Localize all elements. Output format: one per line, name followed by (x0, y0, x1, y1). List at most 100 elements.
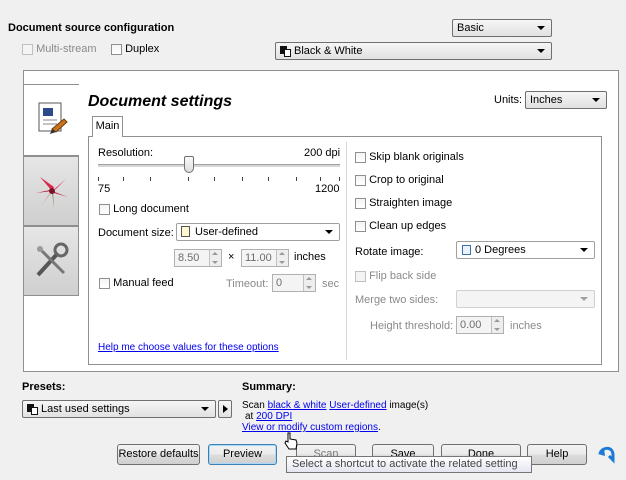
source-config-title: Document source configuration (8, 22, 175, 34)
flip-back-checkbox[interactable] (355, 270, 366, 282)
timeout-spinner[interactable] (303, 275, 315, 291)
play-icon (223, 405, 228, 413)
tools-icon (36, 242, 69, 277)
resolution-slider-track[interactable] (98, 164, 340, 167)
manual-feed-checkbox[interactable] (99, 277, 110, 289)
document-size-value: User-defined (195, 226, 258, 238)
clean-edges-option[interactable]: Clean up edges (355, 220, 446, 232)
height-input[interactable]: 11.00 (241, 249, 289, 267)
document-icon (38, 102, 68, 134)
chevron-down-icon (580, 248, 588, 252)
timeout-unit: sec (322, 278, 340, 290)
tab-image-settings[interactable] (23, 156, 79, 226)
height-threshold-input[interactable]: 0.00 (456, 316, 504, 334)
height-spinner[interactable] (276, 250, 288, 266)
chevron-down-icon (325, 230, 333, 234)
shortcut-tooltip: Select a shortcut to activate the relate… (286, 456, 532, 473)
size-unit-label: inches (294, 251, 326, 263)
help-button[interactable]: Help (527, 444, 587, 465)
help-choose-link[interactable]: Help me choose values for these options (98, 342, 279, 353)
rotate-icon (462, 245, 471, 255)
presets-menu-button[interactable] (218, 400, 232, 418)
long-document-option[interactable]: Long document (99, 203, 189, 215)
color-mode-select[interactable]: Black & White (275, 42, 552, 60)
summary-dpi-link[interactable]: 200 DPI (256, 411, 292, 422)
rotate-label: Rotate image: (355, 246, 424, 258)
flower-icon (36, 177, 68, 209)
height-threshold-unit: inches (510, 320, 542, 332)
chevron-down-icon (537, 49, 545, 53)
multistream-option[interactable]: Multi-stream (22, 43, 97, 55)
skip-blank-label: Skip blank originals (369, 151, 464, 163)
preview-button[interactable]: Preview (208, 444, 277, 465)
document-size-label: Document size: (98, 227, 174, 239)
merge-label: Merge two sides: (355, 294, 439, 306)
long-document-checkbox[interactable] (99, 203, 110, 215)
tab-advanced-settings[interactable] (23, 226, 79, 296)
summary-size-link[interactable]: User-defined (329, 400, 386, 411)
height-value: 11.00 (245, 252, 272, 264)
flip-back-label: Flip back side (369, 270, 437, 282)
duplex-option[interactable]: Duplex (111, 43, 159, 55)
straighten-checkbox[interactable] (355, 197, 366, 209)
crop-option[interactable]: Crop to original (355, 174, 444, 186)
units-label: Units: (494, 94, 523, 106)
skip-blank-checkbox[interactable] (355, 151, 366, 163)
merge-select[interactable] (456, 290, 595, 308)
mode-select[interactable]: Basic (452, 19, 552, 37)
summary-at-prefix: at (245, 411, 257, 422)
manual-feed-option[interactable]: Manual feed (99, 277, 174, 289)
summary-label: Summary: (242, 381, 296, 393)
flip-back-option[interactable]: Flip back side (355, 270, 436, 282)
presets-value: Last used settings (41, 403, 130, 415)
straighten-label: Straighten image (369, 197, 453, 209)
times-sign: × (228, 251, 235, 263)
presets-label: Presets: (22, 381, 66, 393)
skip-blank-option[interactable]: Skip blank originals (355, 151, 464, 163)
resolution-value: 200 dpi (304, 147, 341, 159)
multistream-checkbox[interactable] (22, 43, 33, 55)
width-spinner[interactable] (209, 250, 221, 266)
tab-document-settings[interactable] (23, 84, 79, 156)
timeout-value: 0 (276, 277, 283, 289)
restore-defaults-button[interactable]: Restore defaults (117, 444, 200, 465)
tab-main-label: Main (95, 120, 120, 132)
clean-edges-checkbox[interactable] (355, 220, 366, 232)
crop-checkbox[interactable] (355, 174, 366, 186)
width-input[interactable]: 8.50 (174, 249, 222, 267)
black-white-icon (27, 403, 38, 415)
document-size-select[interactable]: User-defined (176, 223, 340, 241)
height-threshold-value: 0.00 (460, 319, 482, 331)
crop-label: Crop to original (369, 174, 444, 186)
height-threshold-label: Height threshold: (370, 320, 454, 332)
summary-color-link[interactable]: black & white (268, 400, 327, 411)
summary-regions-suffix: . (377, 422, 381, 433)
summary-scan-suffix: image(s) (386, 400, 429, 411)
chevron-down-icon (537, 26, 545, 30)
long-document-label: Long document (113, 203, 189, 215)
timeout-input[interactable]: 0 (272, 274, 316, 292)
summary-text: Scan black & white User-defined image(s)… (242, 400, 428, 433)
chevron-down-icon (201, 407, 209, 411)
multistream-label: Multi-stream (36, 43, 97, 55)
chevron-down-icon (592, 98, 600, 102)
resolution-label: Resolution: (98, 147, 154, 159)
manual-feed-label: Manual feed (113, 277, 174, 289)
duplex-checkbox[interactable] (111, 43, 122, 55)
slider-max-label: 1200 (315, 183, 340, 195)
summary-scan-prefix: Scan (242, 400, 268, 411)
slider-min-label: 75 (98, 183, 111, 195)
units-select[interactable]: Inches (525, 91, 607, 109)
resolution-slider-thumb[interactable] (184, 156, 194, 173)
summary-regions-link[interactable]: View or modify custom regions (242, 422, 378, 433)
width-value: 8.50 (178, 252, 200, 264)
duplex-label: Duplex (125, 43, 160, 55)
tab-main[interactable]: Main (92, 116, 123, 137)
undo-arrow-icon[interactable] (596, 444, 616, 464)
presets-select[interactable]: Last used settings (22, 400, 216, 418)
straighten-option[interactable]: Straighten image (355, 197, 452, 209)
rotate-select[interactable]: 0 Degrees (456, 241, 595, 259)
page-icon (181, 226, 190, 237)
black-white-icon (280, 45, 291, 57)
height-threshold-spinner[interactable] (491, 317, 503, 333)
